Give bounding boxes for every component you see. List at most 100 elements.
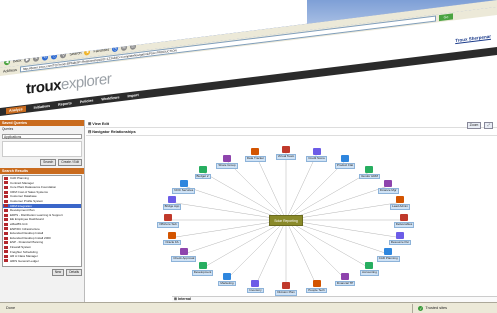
search-label[interactable]: Search: [69, 51, 81, 56]
print-icon[interactable]: ⎙: [130, 43, 137, 51]
query-buttons: Search Create / Edit: [2, 159, 82, 166]
nav-policies[interactable]: Policies: [80, 99, 94, 105]
graph-tools: Zoom ⤢: [466, 122, 493, 129]
node-label: Accounting: [360, 270, 379, 276]
nav-analyze[interactable]: Analyze: [6, 105, 26, 115]
details-button[interactable]: Details: [66, 269, 82, 276]
node-label: Data Tracker: [244, 156, 267, 162]
node-label: Lead Admin: [390, 204, 410, 210]
result-item[interactable]: HRIS General Ledger: [3, 259, 81, 264]
new-button[interactable]: New: [51, 269, 65, 276]
logo-prefix: troux: [26, 76, 61, 98]
mail-icon[interactable]: ✉: [121, 44, 128, 52]
home-icon[interactable]: ⌂: [51, 52, 58, 60]
graph-node[interactable]: Division Plan: [271, 282, 301, 296]
node-icon: [400, 214, 408, 221]
application-icon: [4, 254, 8, 258]
graph-node[interactable]: Offshore Sub: [153, 214, 183, 228]
graph-node[interactable]: Lead Admin: [385, 196, 415, 210]
node-icon: [312, 279, 321, 287]
go-button[interactable]: Go: [439, 13, 453, 22]
graph-node[interactable]: Oracle FA: [157, 231, 187, 246]
graph-edge: [226, 160, 287, 221]
results-list[interactable]: CAD Planning Contract Manager Core Plant D…: [2, 175, 82, 267]
graph-node[interactable]: Deliverables: [389, 214, 419, 228]
search-button[interactable]: Search: [40, 159, 57, 166]
troux-logo: trouxexplorer: [26, 70, 111, 97]
fit-icon[interactable]: ⤢: [484, 122, 493, 129]
menu-file[interactable]: File: [8, 52, 14, 58]
screenshot: Troux Explorer - Microsoft Internet Expl…: [0, 0, 497, 313]
result-buttons: New Details: [2, 269, 82, 276]
graph-node[interactable]: CAD Planning: [373, 248, 403, 262]
graph-node[interactable]: Financial TP: [330, 272, 360, 287]
graph-node[interactable]: Share Group: [212, 155, 242, 169]
nav-initiatives[interactable]: Initiatives: [34, 104, 51, 110]
graph-edge: [202, 219, 287, 269]
graph-node[interactable]: Bridge App: [157, 196, 187, 210]
user-link[interactable]: Troux Sherpenar: [455, 34, 491, 43]
node-icon: [251, 279, 260, 287]
node-icon: [251, 148, 260, 156]
stop-icon[interactable]: ✕: [33, 55, 40, 62]
node-icon: [341, 272, 349, 280]
node-label: Inventory: [247, 287, 264, 294]
application-icon: [4, 208, 8, 212]
node-icon: [168, 196, 177, 204]
status-text: Done: [6, 306, 16, 310]
favorites-label[interactable]: Favorites: [93, 48, 109, 54]
graph-edge: [285, 154, 317, 221]
menu-tools[interactable]: Tools: [78, 43, 87, 49]
graph-node[interactable]: Development: [188, 262, 218, 276]
application-icon: [4, 259, 8, 263]
graph-node[interactable]: Finance Mgr: [373, 180, 403, 194]
application-icon: [4, 245, 8, 249]
graph-node[interactable]: Vendor HRM: [354, 165, 384, 180]
graph-node[interactable]: NOC Services: [169, 180, 199, 194]
nav-reports[interactable]: Reports: [58, 101, 72, 107]
menu-help[interactable]: Help: [96, 41, 104, 47]
graph-node[interactable]: Resource Per: [385, 231, 415, 246]
search-icon[interactable]: ⚲: [60, 51, 67, 59]
result-label: HRIS General Ledger: [10, 258, 39, 263]
main-area: Saved Queries Queries Applications Searc…: [0, 120, 497, 302]
node-icon: [282, 282, 290, 289]
graph-node[interactable]: Data Tracker: [240, 148, 270, 162]
query-select[interactable]: Applications: [2, 134, 82, 139]
node-icon: [312, 148, 321, 156]
graph-node[interactable]: Credit Score: [302, 148, 332, 162]
refresh-icon[interactable]: ↻: [42, 54, 49, 61]
node-label: Product Flat: [334, 163, 356, 169]
menu-view[interactable]: View: [37, 48, 46, 54]
graph-node[interactable]: Check Approval: [169, 248, 199, 262]
graph-edge: [285, 219, 346, 280]
graph-node[interactable]: Inventory: [240, 279, 270, 294]
trusted-check-icon: ✓: [418, 305, 424, 311]
relationship-graph: Virtual Team Credit Score Product Flat Vend…: [86, 132, 497, 298]
create-edit-button[interactable]: Create / Edit: [58, 159, 82, 166]
logo-suffix: explorer: [61, 70, 112, 94]
application-icon: [4, 185, 8, 189]
graph-edge: [285, 219, 317, 286]
browser-window: Troux Explorer - Microsoft Internet Expl…: [0, 0, 497, 313]
node-label: Marketing: [218, 280, 236, 287]
view-edit-row[interactable]: ⊞ View Edit: [86, 120, 497, 128]
nav-workflows[interactable]: Workflows: [101, 95, 119, 101]
node-label: Development: [191, 270, 214, 276]
graph-node[interactable]: Virtual Team: [271, 146, 301, 160]
node-label: Oracle FA: [163, 239, 181, 246]
application-icon: [4, 176, 8, 180]
node-label: Finance Mgr: [377, 188, 399, 194]
zoom-button[interactable]: Zoom: [466, 122, 482, 129]
menu-edit[interactable]: Edit: [22, 50, 29, 56]
favorites-star-icon[interactable]: ★: [84, 48, 91, 56]
history-icon[interactable]: ◷: [112, 45, 119, 53]
graph-node[interactable]: People Tech: [302, 279, 332, 294]
back-arrow-icon[interactable]: ◀: [4, 58, 10, 66]
forward-arrow-icon[interactable]: ▶: [24, 56, 31, 63]
center-node[interactable]: Solar Reporting: [269, 215, 303, 226]
menu-favorites[interactable]: Favorites: [54, 45, 70, 52]
node-icon: [341, 155, 349, 163]
back-label[interactable]: Back: [13, 58, 21, 63]
nav-import[interactable]: Import: [127, 93, 138, 98]
